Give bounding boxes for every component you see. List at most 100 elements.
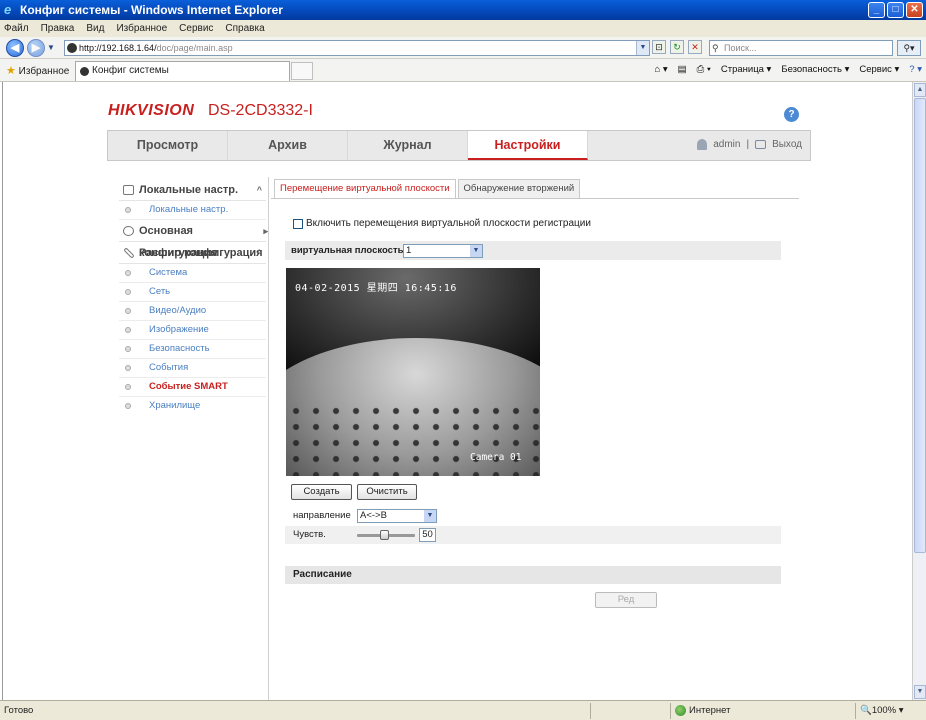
osd-camera-name: Camera 01	[470, 452, 522, 463]
compat-view-icon[interactable]: ⊡	[652, 40, 666, 54]
menu-file[interactable]: Файл	[4, 23, 29, 34]
sidebar-item-network[interactable]: Сеть	[119, 283, 266, 302]
zoom-level[interactable]: 🔍100% ▾	[860, 701, 904, 720]
create-button[interactable]: Создать	[291, 484, 352, 500]
new-tab-button[interactable]	[291, 62, 313, 80]
sensitivity-row: Чувств. 50	[285, 526, 781, 544]
address-field[interactable]: http://192.168.1.64/doc/page/main.asp ▼	[64, 40, 650, 56]
address-dropdown-icon[interactable]: ▼	[636, 41, 649, 55]
enable-checkbox[interactable]	[293, 218, 303, 229]
virtual-plane-bar: виртуальная плоскость 1 ▼	[285, 241, 781, 260]
address-toolbar: ◀ ▶ ▼ http://192.168.1.64/doc/page/main.…	[0, 37, 926, 59]
stop-icon[interactable]: ✕	[688, 40, 702, 54]
maximize-button[interactable]: □	[887, 2, 904, 18]
clear-button[interactable]: Очистить	[357, 484, 417, 500]
sidebar-item-system[interactable]: Система	[119, 264, 266, 283]
tab-page-icon	[80, 67, 89, 76]
tab-configuration[interactable]: Настройки	[468, 131, 588, 160]
tab-live-view[interactable]: Просмотр	[108, 131, 228, 160]
direction-select[interactable]: A<->B ▼	[357, 509, 437, 523]
favorites-bar: ★ Избранное Конфиг системы ⌂ ▾ ▤ ⎙ ▾ Стр…	[0, 59, 926, 82]
close-button[interactable]: ✕	[906, 2, 923, 18]
virtual-plane-select[interactable]: 1 ▼	[403, 244, 483, 258]
scroll-down-icon[interactable]: ▼	[914, 685, 926, 699]
sidebar-advanced-config[interactable]: Расшир конфигурация ^	[119, 242, 266, 264]
status-divider	[855, 703, 856, 719]
help-icon[interactable]: ? ▾	[909, 64, 922, 75]
speaker-grille	[286, 403, 540, 476]
tab-intrusion-detection[interactable]: Обнаружение вторжений	[457, 179, 581, 199]
window-title: Конфиг системы - Windows Internet Explor…	[20, 3, 283, 17]
sensitivity-value[interactable]: 50	[419, 528, 436, 542]
menu-view[interactable]: Вид	[86, 23, 104, 34]
virtual-plane-label: виртуальная плоскость	[291, 245, 404, 256]
history-dropdown-icon[interactable]: ▼	[47, 43, 55, 52]
ie-logo-icon: e	[4, 2, 12, 17]
home-icon[interactable]: ⌂ ▾	[654, 64, 667, 75]
favorites-button[interactable]: ★ Избранное	[6, 64, 69, 77]
globe-icon	[675, 705, 686, 716]
gear-icon	[123, 226, 134, 236]
forward-button[interactable]: ▶	[27, 39, 45, 57]
scroll-up-icon[interactable]: ▲	[914, 83, 926, 97]
menu-edit[interactable]: Правка	[41, 23, 75, 34]
menu-help[interactable]: Справка	[225, 23, 264, 34]
bullet-icon	[125, 207, 131, 213]
tab-line-crossing[interactable]: Перемещение виртуальной плоскости	[274, 179, 456, 199]
bullet-icon	[125, 384, 131, 390]
osd-timestamp: 04-02-2015 星期四 16:45:16	[295, 283, 457, 294]
sensitivity-label: Чувств.	[293, 529, 326, 540]
config-sidebar: Локальные настр. ^ Локальные настр. Осно…	[119, 179, 268, 416]
sidebar-item-security[interactable]: Безопасность	[119, 340, 266, 359]
minimize-button[interactable]: _	[868, 2, 885, 18]
star-icon: ★	[6, 65, 16, 77]
sidebar-item-video-audio[interactable]: Видео/Аудио	[119, 302, 266, 321]
enable-line-crossing[interactable]: Включить перемещения виртуальной плоскос…	[293, 218, 591, 229]
status-divider	[590, 703, 591, 719]
logout-link[interactable]: Выход	[772, 139, 802, 150]
menu-tools[interactable]: Сервис	[179, 23, 213, 34]
sidebar-item-smart-event[interactable]: Событие SMART	[119, 378, 266, 397]
tab-log[interactable]: Журнал	[348, 131, 468, 160]
chevron-down-icon: ▼	[470, 245, 482, 257]
print-icon[interactable]: ⎙ ▾	[697, 64, 711, 75]
edit-schedule-button[interactable]: Ред	[595, 592, 657, 608]
user-icon	[697, 139, 708, 150]
feeds-icon[interactable]: ▤	[678, 64, 687, 75]
refresh-icon[interactable]: ↻	[670, 40, 684, 54]
schedule-header: Расписание	[285, 566, 781, 584]
back-button[interactable]: ◀	[6, 39, 24, 57]
main-navigation: Просмотр Архив Журнал Настройки admin | …	[107, 130, 811, 161]
bullet-icon	[125, 403, 131, 409]
bullet-icon	[125, 270, 131, 276]
url-path: doc/page/main.asp	[156, 43, 233, 53]
safety-menu[interactable]: Безопасность ▾	[781, 64, 849, 75]
sidebar-item-events[interactable]: События	[119, 359, 266, 378]
bullet-icon	[125, 327, 131, 333]
sidebar-item-local-config[interactable]: Локальные настр.	[119, 201, 266, 220]
slider-handle[interactable]	[380, 530, 389, 540]
vertical-scrollbar[interactable]: ▲ ▼	[912, 82, 926, 700]
sensitivity-slider[interactable]	[357, 530, 415, 540]
tab-playback[interactable]: Архив	[228, 131, 348, 160]
sidebar-item-image[interactable]: Изображение	[119, 321, 266, 340]
web-page: HIKVISION DS-2CD3332-I ? Просмотр Архив …	[2, 82, 912, 700]
search-input[interactable]: ⚲ Поиск...	[709, 40, 893, 56]
security-zone[interactable]: Интернет	[675, 701, 730, 720]
sidebar-basic-config[interactable]: Основная конфигурация ▸	[119, 220, 268, 259]
search-button[interactable]: ⚲▾	[897, 40, 921, 56]
browser-tab[interactable]: Конфиг системы	[75, 61, 290, 81]
menu-bar: Файл Правка Вид Избранное Сервис Справка	[0, 20, 926, 37]
help-icon[interactable]: ?	[784, 107, 799, 122]
scrollbar-thumb[interactable]	[914, 98, 926, 553]
direction-label: направление	[293, 510, 351, 521]
menu-favorites[interactable]: Избранное	[116, 23, 167, 34]
bullet-icon	[125, 289, 131, 295]
sidebar-local-config[interactable]: Локальные настр. ^	[119, 179, 266, 201]
page-menu[interactable]: Страница ▾	[721, 64, 771, 75]
hikvision-logo: HIKVISION	[108, 102, 195, 119]
sidebar-item-storage[interactable]: Хранилище	[119, 397, 266, 416]
tools-menu[interactable]: Сервис ▾	[859, 64, 899, 75]
video-preview[interactable]: 04-02-2015 星期四 16:45:16 Camera 01	[286, 268, 540, 476]
logout-icon[interactable]	[755, 140, 767, 149]
